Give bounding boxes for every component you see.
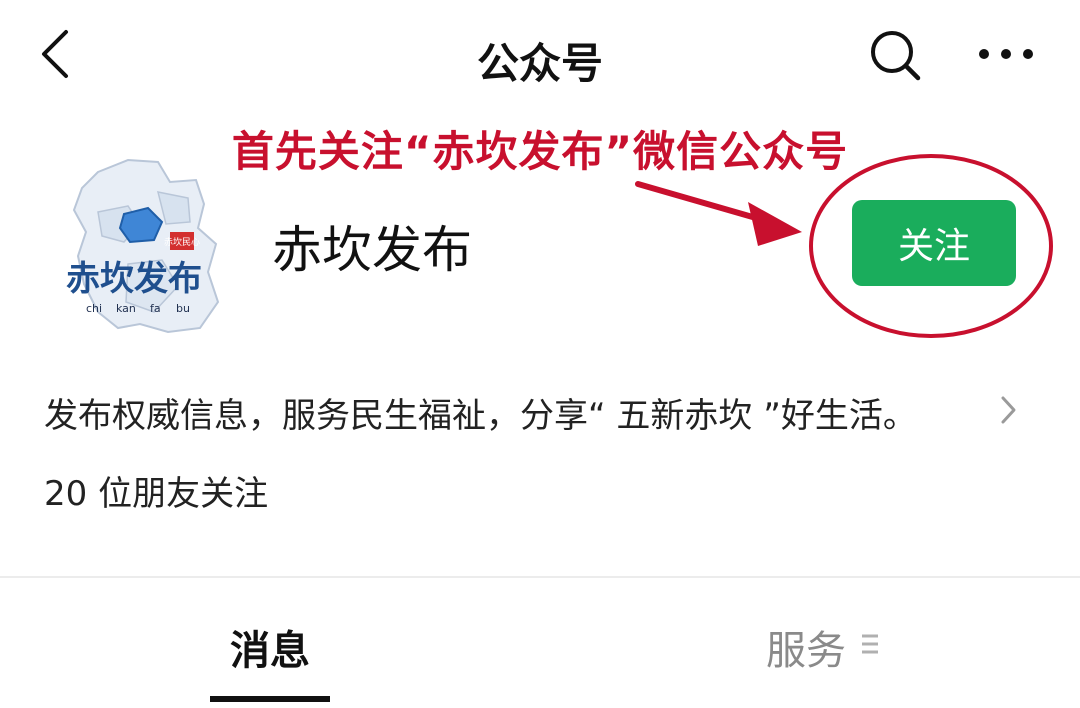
tab-services[interactable]: 服务 xyxy=(766,618,846,676)
logo-pinyin-4: bu xyxy=(176,302,190,315)
arrow-icon xyxy=(635,181,802,246)
account-description[interactable]: 发布权威信息，服务民生福祉，分享“ 五新赤坎 ”好生活。 xyxy=(44,388,917,437)
friends-following-count: 20 位朋友关注 xyxy=(44,474,269,514)
logo-title: 赤坎发布 xyxy=(66,259,202,299)
chevron-right-icon[interactable] xyxy=(998,394,1018,426)
menu-icon xyxy=(862,634,878,654)
logo-pinyin-2: kan xyxy=(116,302,136,315)
search-icon[interactable] xyxy=(868,28,922,82)
account-logo: 赤坎民心 赤坎发布 chi kan fa bu xyxy=(66,158,220,334)
logo-pinyin-1: chi xyxy=(86,302,102,315)
more-icon[interactable] xyxy=(976,44,1036,64)
account-name: 赤坎发布 xyxy=(272,221,472,279)
logo-pinyin-3: fa xyxy=(150,302,161,315)
tab-messages[interactable]: 消息 xyxy=(210,618,330,676)
divider xyxy=(0,576,1080,578)
logo-stamp: 赤坎民心 xyxy=(164,236,200,248)
tab-active-indicator xyxy=(210,696,330,702)
follow-button[interactable]: 关注 xyxy=(852,200,1016,286)
